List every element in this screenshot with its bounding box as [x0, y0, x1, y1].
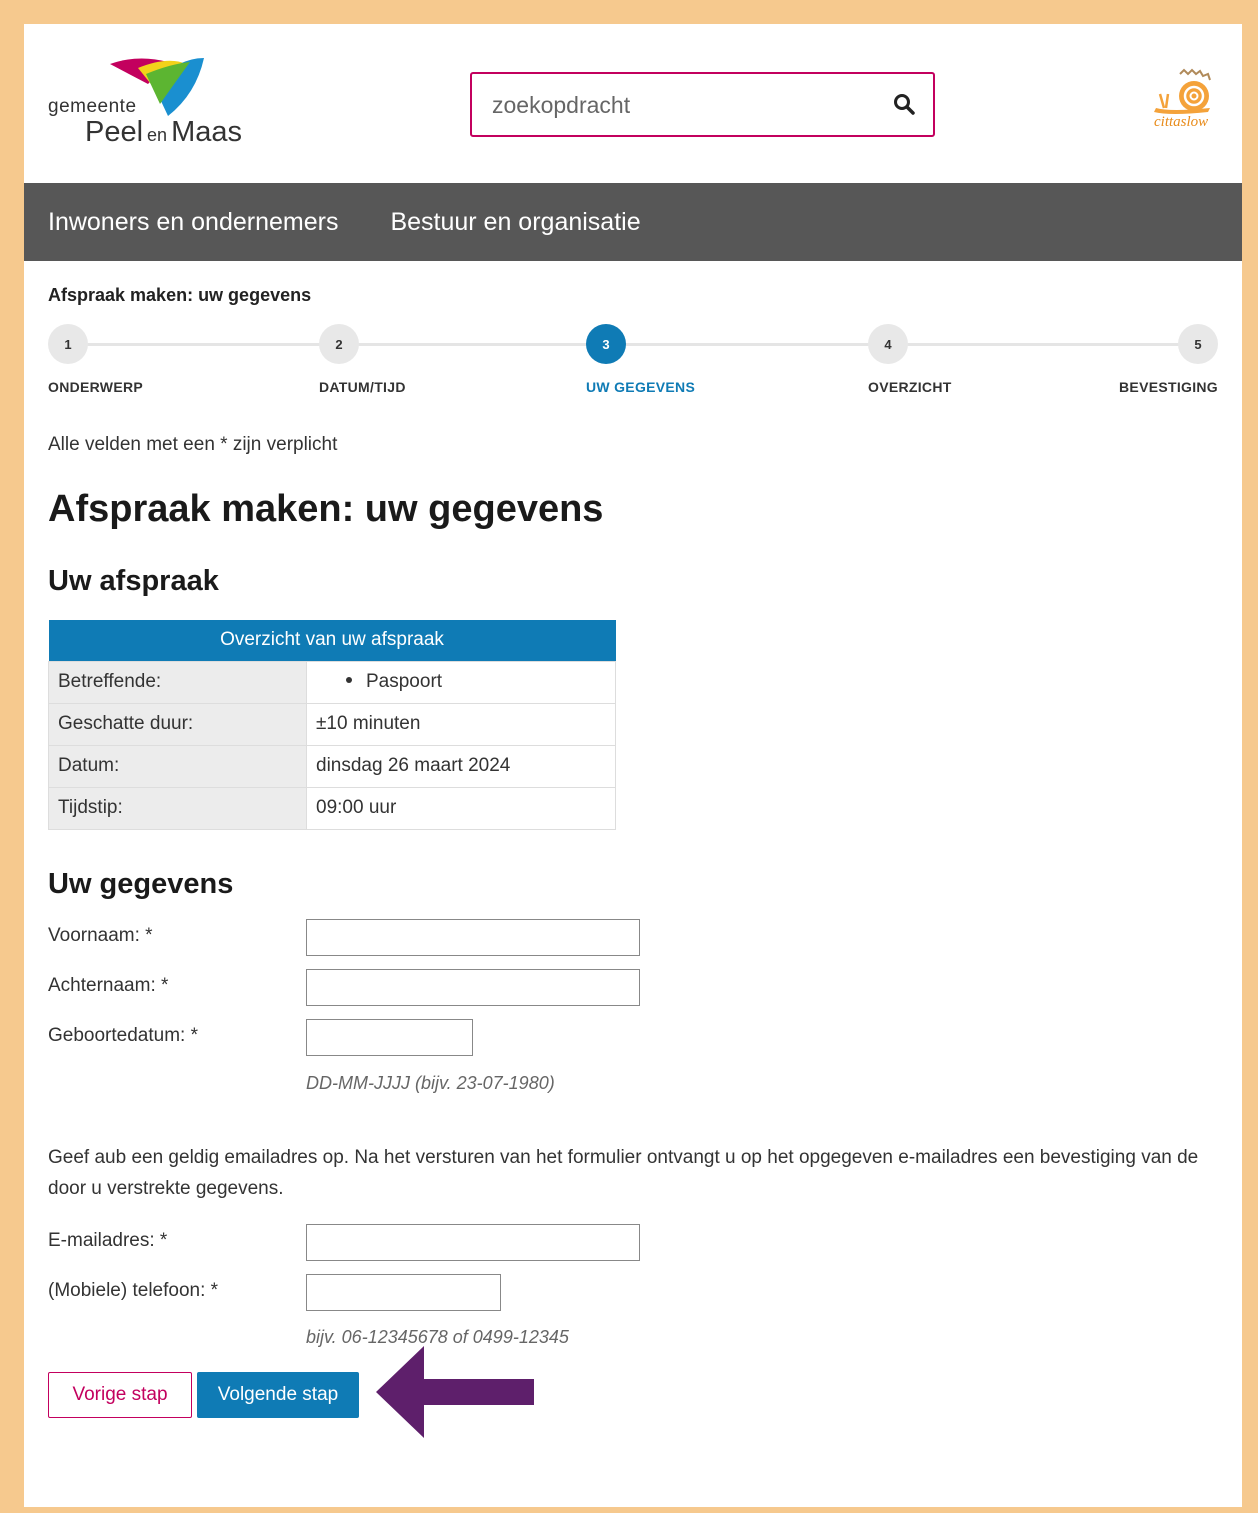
- municipality-logo[interactable]: gemeente Peel en Maas: [48, 54, 268, 154]
- next-step-button[interactable]: Volgende stap: [197, 1371, 359, 1418]
- email-row: E-mailadres: *: [48, 1223, 1218, 1274]
- row-key: Datum:: [48, 744, 307, 788]
- step-3: 3 UW GEGEVENS: [586, 324, 695, 395]
- email-label: E-mailadres: *: [48, 1229, 168, 1251]
- search-icon[interactable]: [893, 93, 915, 115]
- details-heading: Uw gegevens: [48, 867, 234, 900]
- first-name-field[interactable]: [306, 918, 640, 956]
- step-5: 5 BEVESTIGING: [1119, 324, 1218, 395]
- cittaslow-logo[interactable]: cittaslow: [1150, 68, 1220, 138]
- step-1-circle: 1: [48, 324, 88, 364]
- step-3-label: UW GEGEVENS: [586, 379, 696, 395]
- phone-label: (Mobiele) telefoon: *: [48, 1279, 219, 1301]
- step-1-label: ONDERWERP: [48, 379, 144, 395]
- last-name-label: Achternaam: *: [48, 974, 169, 996]
- required-fields-note: Alle velden met een * zijn verplicht: [48, 434, 338, 455]
- last-name-row: Achternaam: *: [48, 968, 1218, 1019]
- appointment-heading: Uw afspraak: [48, 565, 219, 597]
- birth-date-field[interactable]: [306, 1018, 473, 1056]
- bullet-icon: [346, 677, 352, 684]
- row-value-text: Paspoort: [366, 671, 443, 692]
- step-2: 2 DATUM/TIJD: [319, 324, 405, 395]
- step-2-circle: 2: [319, 324, 359, 364]
- phone-row: (Mobiele) telefoon: *: [48, 1273, 1218, 1324]
- main-nav: Inwoners en ondernemers Bestuur en organ…: [24, 183, 1242, 261]
- table-row: Betreffende: Paspoort: [48, 660, 616, 704]
- table-row: Geschatte duur: ±10 minuten: [48, 702, 616, 746]
- logo-brand-en: en: [147, 125, 168, 145]
- page-title: Afspraak maken: uw gegevens: [48, 488, 604, 530]
- step-3-circle: 3: [586, 324, 626, 364]
- logo-brand-a: Peel: [85, 116, 144, 148]
- row-value: 09:00 uur: [306, 786, 616, 830]
- birth-date-hint: DD-MM-JJJJ (bijv. 23-07-1980): [306, 1072, 555, 1093]
- stepper-line: [68, 343, 1198, 346]
- row-key: Tijdstip:: [48, 786, 307, 830]
- phone-hint: bijv. 06-12345678 of 0499-12345: [306, 1326, 569, 1347]
- step-5-circle: 5: [1178, 324, 1218, 364]
- step-4: 4 OVERZICHT: [868, 324, 951, 395]
- birth-date-label: Geboortedatum: *: [48, 1024, 198, 1046]
- breadcrumb: Afspraak maken: uw gegevens: [48, 285, 312, 305]
- row-value: ±10 minuten: [306, 702, 616, 746]
- step-5-label: BEVESTIGING: [1119, 379, 1218, 395]
- arrow-left-icon: [376, 1345, 534, 1438]
- table-row: Datum: dinsdag 26 maart 2024: [48, 744, 616, 788]
- logo-word-brand: Peel en Maas: [85, 116, 242, 149]
- form-buttons: Vorige stap Volgende stap: [48, 1345, 1218, 1438]
- phone-field[interactable]: [306, 1273, 501, 1311]
- first-name-label: Voornaam: *: [48, 924, 153, 946]
- search-box: [470, 72, 935, 137]
- first-name-row: Voornaam: *: [48, 918, 1218, 969]
- step-2-label: DATUM/TIJD: [319, 379, 406, 395]
- step-4-label: OVERZICHT: [868, 379, 952, 395]
- step-1: 1 ONDERWERP: [48, 324, 143, 395]
- row-key: Geschatte duur:: [48, 702, 307, 746]
- birth-date-row: Geboortedatum: *: [48, 1018, 1218, 1069]
- row-value: Paspoort: [306, 660, 616, 704]
- nav-item-inwoners[interactable]: Inwoners en ondernemers: [48, 208, 338, 237]
- main-content: Afspraak maken: uw gegevens 1 ONDERWERP …: [24, 285, 1242, 1438]
- email-instruction: Geef aub een geldig emailadres op. Na he…: [48, 1146, 1199, 1199]
- previous-step-button[interactable]: Vorige stap: [48, 1371, 192, 1418]
- row-value: dinsdag 26 maart 2024: [306, 744, 616, 788]
- snail-icon: [1154, 68, 1211, 114]
- logo-brand-b: Maas: [171, 116, 242, 148]
- site-header: gemeente PeelenMaas cittaslow: [24, 24, 1242, 183]
- row-key: Betreffende:: [48, 660, 307, 704]
- page: gemeente PeelenMaas cittaslow Inwoners e…: [24, 24, 1242, 1507]
- nav-item-bestuur[interactable]: Bestuur en organisatie: [390, 208, 640, 237]
- step-4-circle: 4: [868, 324, 908, 364]
- search-input[interactable]: [492, 88, 872, 122]
- table-header-row: Overzicht van uw afspraak: [48, 620, 616, 661]
- cittaslow-label: cittaslow: [1154, 114, 1209, 130]
- progress-stepper: 1 ONDERWERP 2 DATUM/TIJD 3 UW GEGEVENS 4…: [48, 324, 1218, 404]
- table-row: Tijdstip: 09:00 uur: [48, 786, 616, 830]
- logo-word-gemeente: gemeente: [48, 96, 137, 117]
- table-header: Overzicht van uw afspraak: [48, 620, 616, 661]
- last-name-field[interactable]: [306, 968, 640, 1006]
- appointment-summary-table: Overzicht van uw afspraak Betreffende: P…: [48, 620, 616, 830]
- email-field[interactable]: [306, 1223, 640, 1261]
